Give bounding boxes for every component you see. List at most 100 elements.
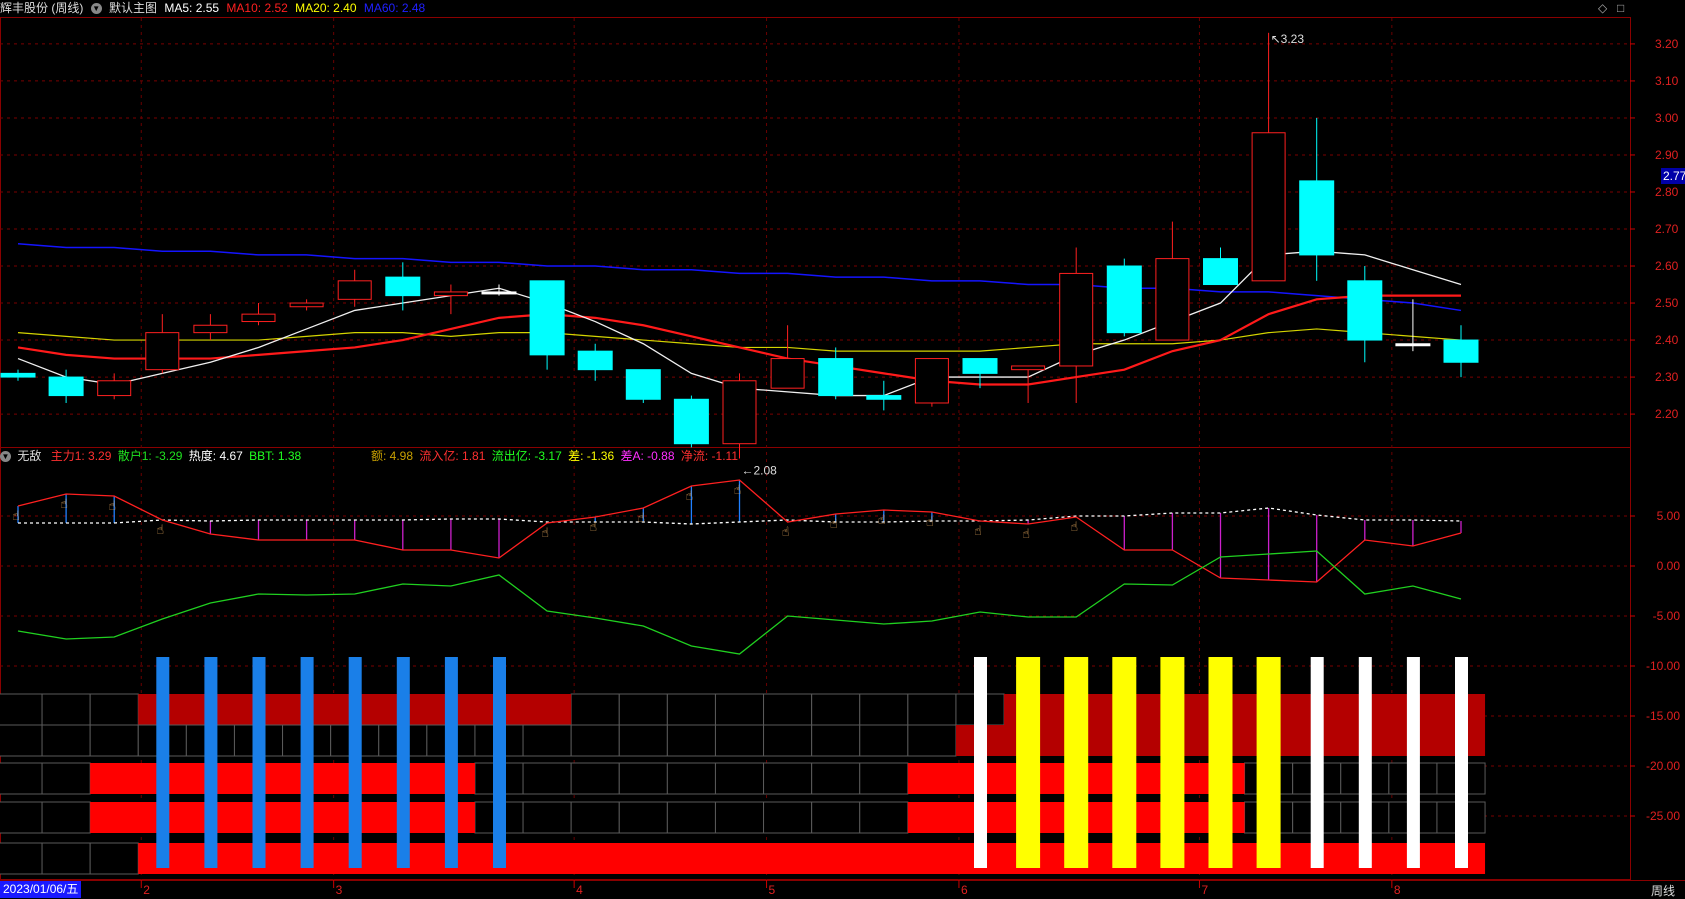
main-panel-border [0, 17, 1631, 448]
candle-body-down [0, 372, 36, 378]
heat-cell-empty [41, 842, 91, 875]
diamond-icon[interactable]: ◇ [1598, 1, 1607, 15]
yellow-signal-bar [1064, 657, 1089, 868]
white-signal-bar [974, 657, 987, 868]
pointing-hand-icon: ☝ [541, 526, 549, 541]
indicator-tick-label: -5.00 [1653, 609, 1681, 623]
heat-cell-empty [666, 724, 716, 757]
candle-body-up [337, 280, 372, 300]
heat-cell-empty [41, 801, 91, 834]
candle-body-up [1059, 272, 1094, 367]
candle-body-down [818, 358, 854, 397]
yellow-signal-bar [1256, 657, 1281, 868]
heat-cell-empty [570, 724, 620, 757]
ma10-label: MA10: 2.52 [226, 1, 288, 15]
indicator-name[interactable]: 无敌 [17, 449, 41, 463]
heat-cell-empty [41, 693, 91, 726]
heat-cell-empty [859, 724, 909, 757]
indicator-header: ▼ 无敌 主力1: 3.29 散户1: -3.29 热度: 4.67 BBT: … [0, 448, 304, 464]
retail-label: 散户1: -3.29 [117, 449, 183, 463]
pointing-hand-icon: ☝ [156, 523, 164, 538]
candle-body-up [1155, 258, 1190, 341]
pointing-hand-icon: ☝ [1022, 527, 1030, 542]
main-chart-header: 辉丰股份 (周线) ▼ 默认主图 MA5: 2.55 MA10: 2.52 MA… [0, 0, 429, 16]
chevron-down-icon[interactable]: ▼ [0, 451, 11, 463]
price-tick-label: 2.70 [1655, 222, 1679, 236]
pointing-hand-icon: ☝ [60, 497, 68, 512]
candle-body-down [962, 358, 998, 374]
price-tick-label: 2.60 [1655, 259, 1679, 273]
low-annotation: ←2.08 [742, 464, 778, 478]
high-annotation: ↖3.23 [1271, 32, 1305, 46]
indicator-tick-label: 0.00 [1657, 559, 1681, 573]
heat-cell-empty [41, 724, 91, 757]
heat-cell-empty [89, 842, 139, 875]
heat-cell-empty [666, 693, 716, 726]
blue-signal-bar [300, 657, 314, 868]
month-label: 2 [143, 883, 150, 897]
candle-body-down [385, 276, 421, 297]
stock-name: 辉丰股份 (周线) [0, 1, 84, 15]
heat-cell-empty [907, 724, 957, 757]
price-tick-label: 3.00 [1655, 111, 1679, 125]
outflow-label: 流出亿: -3.17 [491, 449, 562, 463]
heat-cell-empty [0, 724, 43, 757]
candle-body-down [577, 350, 613, 371]
chevron-down-icon[interactable]: ▼ [90, 3, 102, 15]
pointing-hand-icon: ☝ [589, 520, 597, 535]
price-tick-label: 2.20 [1655, 407, 1679, 421]
indicator-header-2: 额: 4.98 流入亿: 1.81 流出亿: -3.17 差: -1.36 差A… [371, 448, 741, 464]
heat-cell-empty [41, 762, 91, 795]
period-label[interactable]: 周线 [1651, 882, 1675, 899]
maximize-icon[interactable]: □ [1617, 1, 1624, 15]
blue-signal-bar [493, 657, 506, 868]
month-label: 3 [336, 883, 343, 897]
candle-body-down [625, 369, 661, 400]
template-name[interactable]: 默认主图 [109, 1, 157, 15]
heat-cell-empty [89, 693, 139, 726]
heat-cell-empty [763, 801, 813, 834]
price-tick-label: 2.80 [1655, 185, 1679, 199]
heat-label: 热度: 4.67 [188, 449, 243, 463]
month-label: 4 [576, 883, 583, 897]
candle-body-up [1251, 132, 1286, 282]
candle-body-down [529, 280, 565, 356]
heat-cell-empty [666, 801, 716, 834]
retail-line [17, 550, 1462, 655]
net-flow-label: 净流: -1.11 [680, 449, 739, 463]
price-tick-label: 3.10 [1655, 74, 1679, 88]
heat-row-bar [90, 763, 475, 794]
white-signal-bar [1358, 657, 1372, 868]
blue-signal-bar [348, 657, 362, 868]
heat-cell-empty [89, 724, 139, 757]
heat-row-bar [138, 843, 1486, 874]
heat-cell-empty [0, 801, 43, 834]
heat-cell-empty [618, 801, 668, 834]
heat-cell-empty [763, 762, 813, 795]
blue-signal-bar [204, 657, 218, 868]
candle-body-down [48, 376, 84, 397]
diff-a-label: 差A: -0.88 [620, 449, 675, 463]
month-label: 6 [961, 883, 968, 897]
blue-signal-bar [156, 657, 170, 868]
heat-row-bar [90, 802, 475, 833]
candle-body-down [866, 395, 902, 400]
current-price-tag: 2.77 [1661, 168, 1685, 184]
indicator-tick-label: -25.00 [1646, 809, 1680, 823]
heat-cell-empty [811, 801, 861, 834]
pointing-hand-icon: ☝ [637, 511, 645, 526]
month-label: 7 [1201, 883, 1208, 897]
candle-body-up [97, 380, 132, 397]
yellow-signal-bar [1016, 657, 1041, 868]
pointing-hand-icon: ☝ [926, 515, 934, 530]
bbt-label: BBT: 1.38 [249, 449, 302, 463]
price-tick-label: 2.90 [1655, 148, 1679, 162]
yellow-signal-bar [1160, 657, 1185, 868]
candle-body-down [1203, 258, 1238, 286]
pointing-hand-icon: ☝ [108, 499, 116, 514]
ma5-label: MA5: 2.55 [164, 1, 220, 15]
heat-cell-empty [811, 762, 861, 795]
heat-cell-empty [618, 693, 668, 726]
pointing-hand-icon: ☝ [1070, 520, 1078, 535]
heat-cell-empty [811, 724, 861, 757]
